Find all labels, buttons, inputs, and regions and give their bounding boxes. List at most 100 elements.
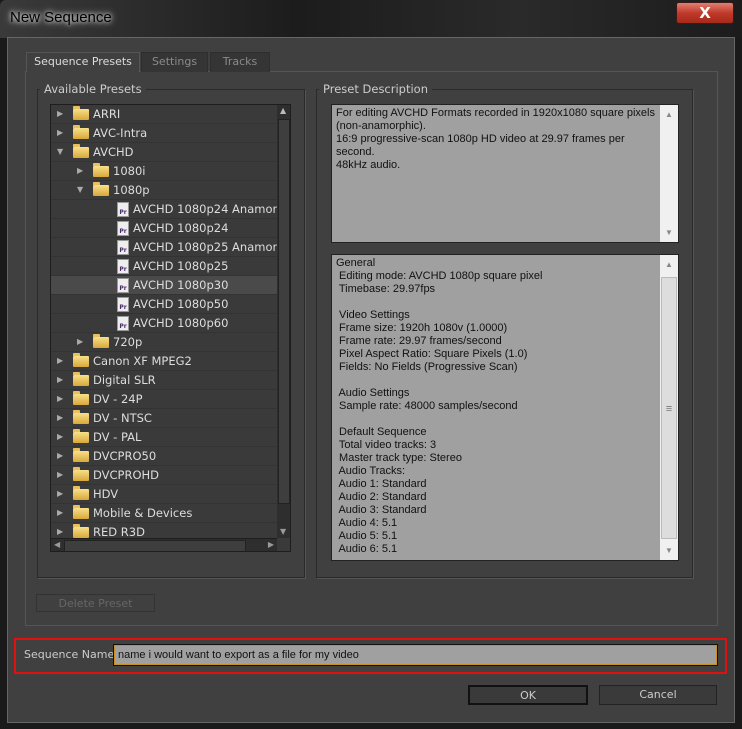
tree-row-label: DV - 24P: [93, 392, 143, 406]
premiere-preset-file-icon: Pr: [117, 259, 129, 274]
ok-button[interactable]: OK: [468, 685, 588, 705]
tree-row[interactable]: ▶ AVC-Intra: [51, 124, 277, 143]
tree-row[interactable]: ▶ 1080i: [51, 162, 277, 181]
folder-icon: [73, 524, 89, 538]
text-line: 48kHz audio.: [336, 159, 401, 171]
description-scrollbar[interactable]: ▲ ▼: [660, 105, 678, 242]
tree-row-label: ARRI: [93, 107, 121, 121]
folder-icon: [73, 467, 89, 481]
tree-row[interactable]: ▶ DV - 24P: [51, 390, 277, 409]
scroll-down-arrow-icon[interactable]: ▼: [280, 527, 286, 536]
expand-right-arrow-icon[interactable]: ▶: [57, 428, 63, 446]
tree-horizontal-scrollbar[interactable]: ◀ ▶: [51, 538, 277, 551]
text-line: [336, 413, 674, 426]
tree-row[interactable]: ▶ Canon XF MPEG2: [51, 352, 277, 371]
expand-down-arrow-icon[interactable]: ▼: [77, 181, 83, 199]
scroll-up-arrow-icon[interactable]: ▲: [665, 258, 673, 271]
text-line: (non-anamorphic).: [336, 120, 426, 132]
tree-row-label: AVCHD 1080p25 Anamorphic: [133, 240, 277, 254]
details-scrollbar[interactable]: ▲ ≡ ▼: [660, 255, 678, 560]
tree-row[interactable]: ▶ Digital SLR: [51, 371, 277, 390]
expand-right-arrow-icon[interactable]: ▶: [77, 333, 83, 351]
scroll-right-arrow-icon[interactable]: ▶: [268, 540, 274, 549]
preset-details-text[interactable]: ▲ ≡ ▼ General Editing mode: AVCHD 1080p …: [331, 254, 679, 561]
delete-preset-button[interactable]: Delete Preset: [36, 594, 155, 612]
tree-vertical-scrollbar[interactable]: ▲ ▼: [277, 105, 290, 538]
tree-row[interactable]: Pr AVCHD 1080p60: [51, 314, 277, 333]
premiere-preset-file-icon: Pr: [117, 297, 129, 312]
text-line: Master track type: Stereo: [336, 452, 462, 464]
preset-description-text[interactable]: ▲ ▼ For editing AVCHD Formats recorded i…: [331, 104, 679, 243]
expand-right-arrow-icon[interactable]: ▶: [57, 371, 63, 389]
text-line: For editing AVCHD Formats recorded in 19…: [336, 107, 655, 119]
tab-sequence-presets[interactable]: Sequence Presets: [26, 52, 140, 72]
close-button[interactable]: X: [676, 2, 734, 24]
folder-icon: [93, 334, 109, 348]
tab-tracks[interactable]: Tracks: [210, 52, 270, 72]
text-line: Fields: No Fields (Progressive Scan): [336, 361, 518, 373]
expand-right-arrow-icon[interactable]: ▶: [57, 352, 63, 370]
tree-row[interactable]: ▶ DVCPRO50: [51, 447, 277, 466]
scroll-down-arrow-icon[interactable]: ▼: [665, 226, 673, 239]
expand-right-arrow-icon[interactable]: ▶: [57, 105, 63, 123]
tree-row[interactable]: ▶ DVCPROHD: [51, 466, 277, 485]
expand-right-arrow-icon[interactable]: ▶: [57, 466, 63, 484]
tree-row-label: 720p: [113, 335, 143, 349]
folder-icon: [73, 353, 89, 367]
tree-row-label: DVCPROHD: [93, 468, 160, 482]
text-line: Audio 2: Standard: [336, 491, 427, 503]
tree-row[interactable]: Pr AVCHD 1080p50: [51, 295, 277, 314]
tree-row-label: AVCHD 1080p30: [133, 278, 229, 292]
horizontal-scroll-thumb[interactable]: [64, 540, 246, 551]
text-line: Audio 6: 5.1: [336, 543, 398, 555]
sequence-name-input[interactable]: [113, 644, 718, 666]
tree-row-label: Mobile & Devices: [93, 506, 193, 520]
sequence-name-label: Sequence Name:: [24, 648, 118, 661]
tab-settings[interactable]: Settings: [141, 52, 208, 72]
tree-row[interactable]: Pr AVCHD 1080p24: [51, 219, 277, 238]
scroll-up-arrow-icon[interactable]: ▲: [665, 108, 673, 121]
title-bar[interactable]: New Sequence X: [0, 0, 742, 38]
expand-down-arrow-icon[interactable]: ▼: [57, 143, 63, 161]
expand-right-arrow-icon[interactable]: ▶: [57, 390, 63, 408]
tree-row-label: DVCPRO50: [93, 449, 157, 463]
folder-icon: [73, 486, 89, 500]
tree-row[interactable]: ▶ DV - PAL: [51, 428, 277, 447]
folder-icon: [73, 125, 89, 139]
expand-right-arrow-icon[interactable]: ▶: [77, 162, 83, 180]
tree-row-label: AVCHD 1080p60: [133, 316, 229, 330]
scroll-thumb[interactable]: [278, 119, 290, 504]
folder-icon: [93, 163, 109, 177]
expand-right-arrow-icon[interactable]: ▶: [57, 485, 63, 503]
preset-tree[interactable]: ▶XDCAM EX▶RED R3D▶Mobile & Devices▶HDV▶D…: [50, 104, 291, 552]
tree-row[interactable]: ▼ AVCHD: [51, 143, 277, 162]
scroll-left-arrow-icon[interactable]: ◀: [54, 540, 60, 549]
premiere-preset-file-icon: Pr: [117, 221, 129, 236]
text-line: Video Settings: [336, 309, 410, 321]
expand-right-arrow-icon[interactable]: ▶: [57, 409, 63, 427]
tree-row[interactable]: ▼ 1080p: [51, 181, 277, 200]
tree-row[interactable]: ▶ Mobile & Devices: [51, 504, 277, 523]
tree-row[interactable]: ▶ 720p: [51, 333, 277, 352]
details-scroll-thumb[interactable]: ≡: [661, 277, 677, 539]
tree-row[interactable]: ▶ HDV: [51, 485, 277, 504]
scroll-up-arrow-icon[interactable]: ▲: [280, 106, 286, 115]
expand-right-arrow-icon[interactable]: ▶: [57, 447, 63, 465]
scroll-down-arrow-icon[interactable]: ▼: [665, 544, 673, 557]
tree-row[interactable]: ▶ ARRI: [51, 105, 277, 124]
tree-row[interactable]: Pr AVCHD 1080p30: [51, 276, 277, 295]
tree-row-label: HDV: [93, 487, 119, 501]
tree-row-label: Canon XF MPEG2: [93, 354, 192, 368]
tree-row[interactable]: Pr AVCHD 1080p25 Anamorphic: [51, 238, 277, 257]
expand-right-arrow-icon[interactable]: ▶: [57, 504, 63, 522]
text-line: Sample rate: 48000 samples/second: [336, 400, 518, 412]
text-line: Frame size: 1920h 1080v (1.0000): [336, 322, 508, 334]
tree-row[interactable]: Pr AVCHD 1080p24 Anamorphic: [51, 200, 277, 219]
tree-row-label: AVCHD 1080p24: [133, 221, 229, 235]
expand-right-arrow-icon[interactable]: ▶: [57, 124, 63, 142]
tree-row-label: AVCHD 1080p50: [133, 297, 229, 311]
tree-row[interactable]: ▶ DV - NTSC: [51, 409, 277, 428]
cancel-button[interactable]: Cancel: [599, 685, 717, 705]
text-line: General: [336, 257, 376, 269]
tree-row[interactable]: Pr AVCHD 1080p25: [51, 257, 277, 276]
